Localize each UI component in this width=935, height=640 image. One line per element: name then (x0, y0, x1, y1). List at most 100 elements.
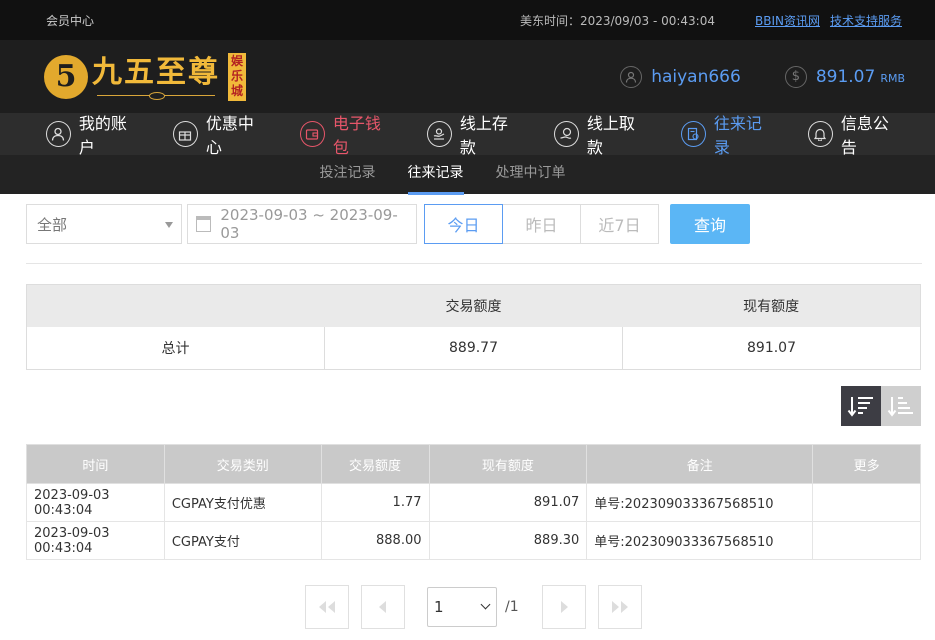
cell-balance: 889.30 (428, 521, 588, 560)
chevron-down-icon (480, 599, 491, 610)
tech-support-link[interactable]: 技术支持服务 (830, 12, 902, 29)
nav-label: 优惠中心 (205, 114, 254, 157)
last-page-button[interactable] (597, 585, 642, 629)
chevron-right-icon (560, 601, 568, 613)
date-range-value: 2023-09-03 ~ 2023-09-03 (220, 206, 398, 242)
summary-header-cell: 交易额度 (445, 299, 502, 315)
col-note: 备注 (586, 444, 814, 484)
cell-note: 单号:202309033367568510 (586, 521, 814, 560)
today-button[interactable]: 今日 (424, 204, 503, 244)
eastern-time: 美东时间：2023/09/03 - 00:43:04 (519, 13, 715, 28)
double-chevron-right-icon (611, 601, 628, 613)
cell-amount: 888.00 (320, 521, 430, 560)
next-page-button[interactable] (541, 585, 586, 629)
table-row: 2023-09-03 00:43:04 CGPAY支付优惠 1.77 891.0… (26, 483, 921, 522)
sort-descending-icon (847, 397, 873, 417)
col-amount: 交易额度 (320, 444, 430, 484)
col-type: 交易类别 (163, 444, 322, 484)
record-icon (681, 121, 706, 147)
table-header-row: 时间 交易类别 交易额度 现有额度 备注 更多 (26, 444, 921, 484)
nav-promotions[interactable]: 优惠中心 (173, 110, 267, 158)
nav-label: 线上取款 (586, 114, 635, 157)
site-logo[interactable]: 5 九五至尊 娱 乐 城 (44, 52, 246, 101)
nav-e-wallet[interactable]: 电子钱包 (300, 110, 394, 158)
cell-balance: 891.07 (428, 483, 588, 522)
cell-amount: 1.77 (320, 483, 430, 522)
prev-page-button[interactable] (361, 585, 405, 629)
tab-pending-orders[interactable]: 处理中订单 (496, 155, 566, 194)
nav-my-account[interactable]: 我的账户 (46, 110, 140, 158)
page-total: /1 (505, 599, 519, 615)
table-row: 2023-09-03 00:43:04 CGPAY支付 888.00 889.3… (26, 521, 921, 560)
calendar-icon (196, 216, 212, 232)
member-center-label: 会员中心 (46, 13, 95, 28)
site-header: 5 九五至尊 娱 乐 城 haiyan666 $ 891.07 RMB (0, 40, 935, 113)
balance-display[interactable]: $ 891.07 RMB (784, 65, 905, 88)
caret-down-icon (165, 222, 173, 228)
logo-ornament (97, 91, 215, 100)
sort-descending-button[interactable] (841, 386, 881, 426)
quick-range-group: 今日 昨日 近7日 (424, 204, 659, 244)
cell-note: 单号:202309033367568510 (586, 483, 814, 522)
bbin-news-link[interactable]: BBIN资讯网 (755, 12, 820, 29)
last-7-days-button[interactable]: 近7日 (580, 204, 659, 244)
col-time: 时间 (26, 444, 165, 484)
nav-label: 往来记录 (713, 114, 762, 157)
first-page-button[interactable] (305, 585, 349, 629)
col-more: 更多 (812, 444, 921, 484)
cell-more[interactable] (812, 521, 921, 560)
summary-transaction-amount: 889.77 (324, 327, 622, 369)
page-select[interactable]: 1 (427, 587, 497, 627)
username: haiyan666 (651, 66, 741, 87)
filter-bar: 全部 2023-09-03 ~ 2023-09-03 今日 昨日 近7日 查询 (0, 194, 935, 244)
nav-online-deposit[interactable]: 线上存款 (427, 110, 521, 158)
cell-time: 2023-09-03 00:43:04 (26, 483, 165, 522)
pagination: 1 /1 (0, 585, 935, 629)
cell-type: CGPAY支付优惠 (163, 483, 322, 522)
chevron-left-icon (379, 601, 386, 613)
sort-ascending-icon (887, 397, 913, 417)
nav-transaction-records[interactable]: 往来记录 (681, 110, 775, 158)
tab-transaction-records[interactable]: 往来记录 (407, 155, 464, 195)
nav-label: 线上存款 (459, 114, 508, 157)
query-button[interactable]: 查询 (670, 204, 750, 244)
nav-online-withdraw[interactable]: 线上取款 (554, 110, 648, 158)
bell-icon (808, 121, 833, 147)
col-balance: 现有额度 (428, 444, 588, 484)
main-nav: 我的账户 优惠中心 电子钱包 线上存款 线上取款 往来记录 信息公告 (0, 110, 935, 158)
summary-current-balance: 891.07 (622, 327, 920, 369)
sort-ascending-button[interactable] (881, 386, 921, 426)
nav-label: 我的账户 (78, 114, 127, 157)
currency-label: RMB (880, 72, 905, 85)
summary-header-cell (27, 285, 325, 327)
deposit-icon (427, 121, 452, 147)
nav-announcements[interactable]: 信息公告 (808, 110, 902, 158)
yesterday-button[interactable]: 昨日 (502, 204, 581, 244)
double-chevron-left-icon (319, 601, 335, 613)
summary-row: 总计 889.77 891.07 (27, 327, 920, 369)
summary-header: 交易额度 现有额度 (27, 285, 920, 327)
dollar-icon: $ (784, 65, 807, 88)
nav-label: 电子钱包 (332, 114, 381, 157)
user-info: haiyan666 $ 891.07 RMB (620, 65, 905, 88)
cell-more[interactable] (812, 483, 921, 522)
page-select-value: 1 (434, 598, 444, 616)
wallet-icon (300, 121, 325, 147)
date-range-input[interactable]: 2023-09-03 ~ 2023-09-03 (187, 204, 417, 244)
withdraw-icon (554, 121, 579, 147)
sub-nav: 投注记录 往来记录 处理中订单 (0, 155, 935, 195)
summary-header-cell: 现有额度 (743, 299, 800, 315)
summary-table: 交易额度 现有额度 总计 889.77 891.07 (26, 284, 921, 370)
logo-tag: 娱 乐 城 (228, 52, 246, 101)
cell-type: CGPAY支付 (163, 521, 322, 560)
user-icon (620, 65, 643, 88)
cell-time: 2023-09-03 00:43:04 (26, 521, 165, 560)
logo-emblem: 5 (44, 54, 88, 99)
summary-total-label: 总计 (161, 341, 190, 357)
sort-controls (0, 386, 921, 426)
type-select[interactable]: 全部 (26, 204, 182, 244)
gift-icon (173, 121, 198, 147)
tab-bet-records[interactable]: 投注记录 (320, 155, 376, 194)
username-display[interactable]: haiyan666 (620, 65, 741, 88)
top-bar: 会员中心 美东时间：2023/09/03 - 00:43:04 BBIN资讯网 … (0, 0, 935, 40)
